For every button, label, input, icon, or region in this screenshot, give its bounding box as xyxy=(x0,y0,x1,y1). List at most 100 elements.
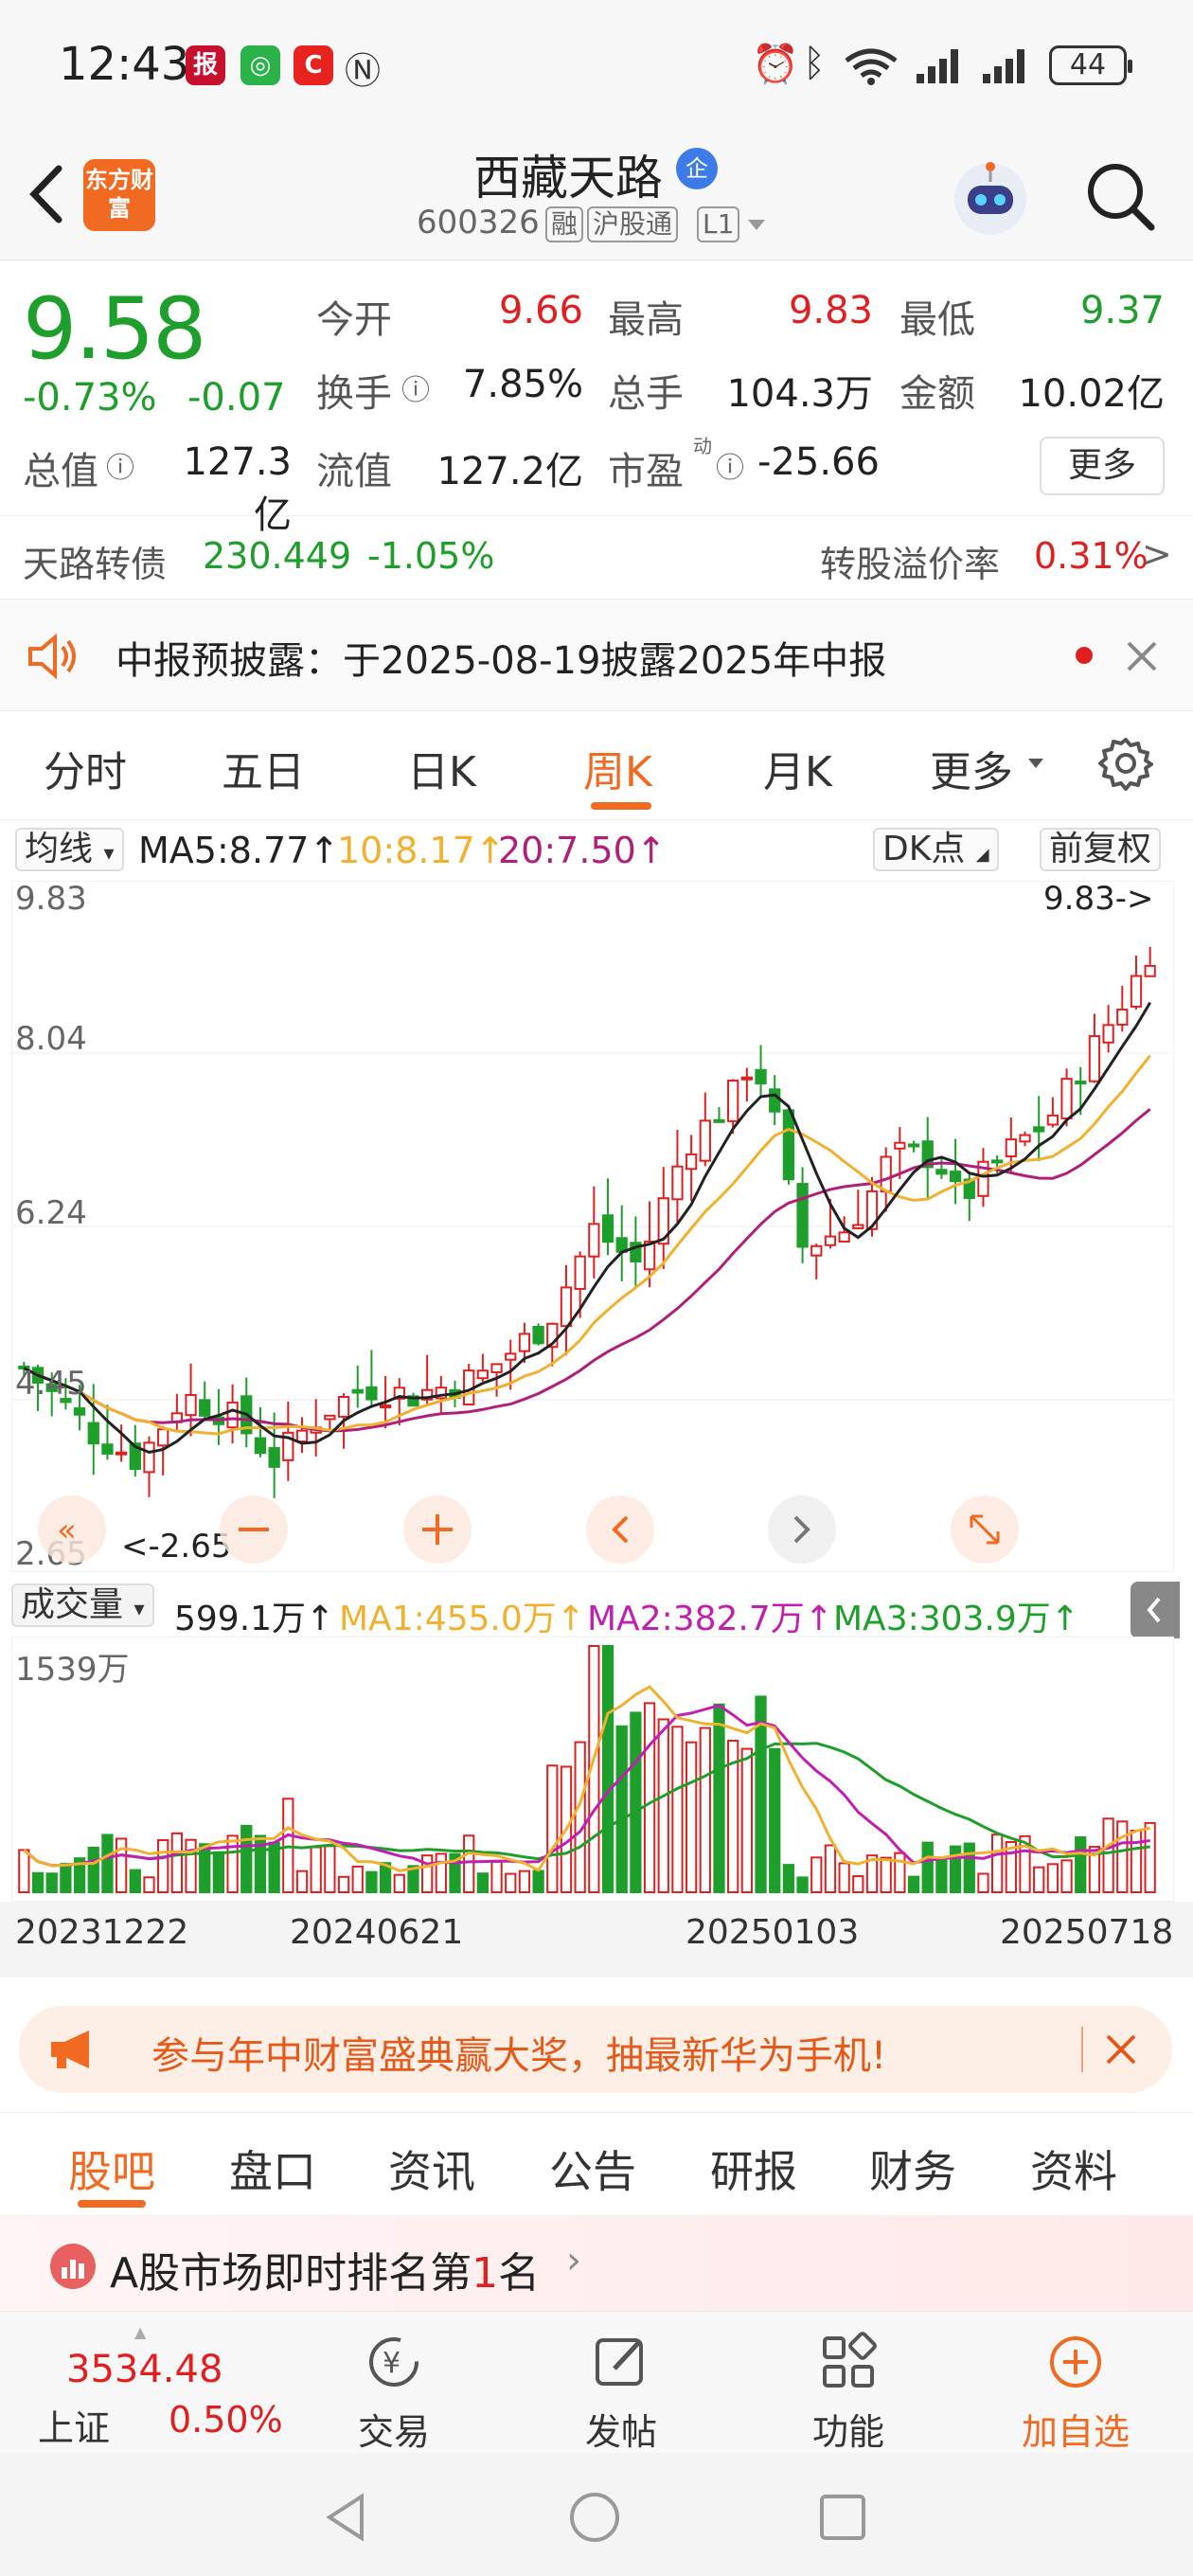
volume-bar xyxy=(1130,1830,1143,1893)
status-bar: 12:43 报 ◎ C Ⓝ ⏰ ᛒ 44 xyxy=(0,0,1193,133)
candle-body xyxy=(588,1223,600,1258)
volume-selector[interactable]: 成交量 ▾ xyxy=(11,1583,154,1627)
bond-name: 天路转债 xyxy=(23,544,168,585)
candle-body xyxy=(87,1422,99,1445)
tab-profile[interactable]: 资料 xyxy=(1030,2138,1117,2200)
stock-name[interactable]: 西藏天路 xyxy=(473,140,663,208)
dk-point-toggle[interactable]: DK点 ◢ xyxy=(873,828,999,871)
more-button[interactable]: 更多 xyxy=(1040,437,1165,495)
tab-monthly-k[interactable]: 月K xyxy=(763,738,832,798)
candle-body xyxy=(365,1386,378,1401)
tab-announcements[interactable]: 公告 xyxy=(549,2138,636,2200)
volume-bar xyxy=(907,1875,920,1893)
info-icon[interactable]: ⓘ xyxy=(716,444,744,486)
close-icon[interactable] xyxy=(1104,2032,1138,2066)
volume-bar xyxy=(199,1843,211,1893)
volume-bar xyxy=(977,1872,989,1893)
notice-banner[interactable]: 中报预披露：于2025-08-19披露2025年中报 xyxy=(0,599,1193,711)
nav-functions[interactable]: 功能 xyxy=(773,2331,924,2455)
volume-bar xyxy=(991,1834,1004,1893)
candle-body xyxy=(880,1155,892,1193)
ma20-value: 20:7.50↑ xyxy=(498,830,667,871)
tab-daily-k[interactable]: 日K xyxy=(407,738,476,798)
tab-news[interactable]: 资讯 xyxy=(388,2138,475,2200)
caret-up-icon: ▲ xyxy=(134,2323,147,2341)
recents-square-icon[interactable] xyxy=(818,2493,867,2542)
volume-chart[interactable]: 1539万 xyxy=(11,1637,1174,1902)
signal-icon-2 xyxy=(983,49,1024,83)
volume-bar xyxy=(212,1851,225,1894)
candle-body xyxy=(740,1076,753,1081)
amount-label: 金额 xyxy=(899,372,975,416)
tab-forum[interactable]: 股吧 xyxy=(68,2138,155,2200)
rank-chart-icon xyxy=(50,2244,96,2289)
convertible-bond-row[interactable]: 天路转债 230.449 -1.05% 转股溢价率 0.31% > xyxy=(0,516,1193,599)
volume-bar xyxy=(476,1872,490,1893)
candle-body xyxy=(1144,964,1156,977)
close-icon[interactable] xyxy=(1125,639,1159,673)
adjust-selector[interactable]: 前复权 xyxy=(1040,828,1162,871)
volume-bar xyxy=(852,1875,864,1893)
unread-dot xyxy=(1076,647,1093,664)
tab-financials[interactable]: 财务 xyxy=(869,2138,956,2200)
tab-research[interactable]: 研报 xyxy=(710,2138,797,2200)
open-label: 今开 xyxy=(316,298,392,342)
tab-more[interactable]: 更多 xyxy=(930,738,1013,798)
info-icon[interactable]: ⓘ xyxy=(106,444,134,486)
candle-body xyxy=(782,1109,795,1181)
collapse-panel-button[interactable] xyxy=(1131,1582,1180,1638)
nav-add-watchlist[interactable]: 加自选 xyxy=(1000,2331,1151,2455)
back-triangle-icon[interactable] xyxy=(322,2491,369,2544)
candle-body xyxy=(601,1214,614,1243)
megaphone-icon xyxy=(51,2030,89,2068)
volume-current: 599.1万↑ xyxy=(174,1600,335,1638)
volume-bar xyxy=(699,1726,711,1893)
system-nav-bar xyxy=(0,2453,1193,2576)
tab-five-day[interactable]: 五日 xyxy=(222,738,305,798)
float-label: 流值 xyxy=(316,450,392,493)
index-ticker[interactable]: ▲ 3534.48 上证 0.50% xyxy=(19,2321,284,2449)
kline-chart[interactable]: 9.83 8.04 6.24 4.45 2.65 9.83-> <-2.65 « xyxy=(11,881,1174,1572)
candle-body xyxy=(254,1437,267,1455)
nav-trade[interactable]: ¥ 交易 xyxy=(318,2331,470,2455)
last-price: 9.58 xyxy=(23,279,206,379)
promo-banner[interactable]: 参与年中财富盛典赢大奖，抽最新华为手机! xyxy=(19,2006,1172,2093)
nav-post[interactable]: 发帖 xyxy=(545,2331,697,2455)
candle-body xyxy=(713,1118,725,1123)
change-amount: -0.07 xyxy=(187,376,286,420)
search-icon[interactable] xyxy=(1081,157,1157,233)
nav-add-watchlist-label: 加自选 xyxy=(1021,2411,1130,2453)
prev-button[interactable] xyxy=(586,1495,654,1564)
volume-label: 总手 xyxy=(608,372,684,416)
candle-body xyxy=(1075,1081,1087,1085)
high-value: 9.83 xyxy=(788,289,873,332)
home-circle-icon[interactable] xyxy=(568,2491,621,2544)
next-button[interactable] xyxy=(768,1495,836,1564)
stock-header: 东方财富 西藏天路 企 600326 融 沪股通 L1 xyxy=(0,133,1193,260)
price-axis-label: 9.83 xyxy=(15,881,87,918)
chart-period-tabs: 分时 五日 日K 周K 月K 更多 xyxy=(0,711,1193,820)
signal-icon-1 xyxy=(917,49,958,83)
dropdown-icon[interactable] xyxy=(746,218,767,233)
volume-bar xyxy=(170,1832,183,1894)
robot-assistant-icon[interactable] xyxy=(947,153,1034,241)
amount-value: 10.02亿 xyxy=(1018,372,1165,416)
rank-banner[interactable]: A股市场即时排名第1名 › xyxy=(0,2216,1193,2311)
tab-weekly-k[interactable]: 周K xyxy=(583,738,652,798)
chevron-right-icon: > xyxy=(1142,533,1172,575)
stock-code: 600326 xyxy=(417,204,540,242)
candle-body xyxy=(351,1388,364,1394)
brand-logo: 东方财富 xyxy=(83,159,155,231)
volume-bar xyxy=(769,1747,781,1893)
info-icon[interactable]: ⓘ xyxy=(401,367,430,408)
gear-icon[interactable] xyxy=(1098,736,1153,791)
tab-intraday[interactable]: 分时 xyxy=(44,738,127,798)
candle-body xyxy=(226,1401,239,1429)
candle-body xyxy=(379,1404,392,1409)
ma-legend-row: 均线 ▾ MA5:8.77↑ 10:8.17↑ 20:7.50↑ DK点 ◢ 前… xyxy=(0,820,1193,881)
volume-bar xyxy=(324,1845,336,1894)
back-button[interactable] xyxy=(21,161,74,227)
tab-order-book[interactable]: 盘口 xyxy=(229,2138,316,2200)
indicator-selector[interactable]: 均线 ▾ xyxy=(15,828,124,871)
speaker-icon xyxy=(28,633,76,680)
